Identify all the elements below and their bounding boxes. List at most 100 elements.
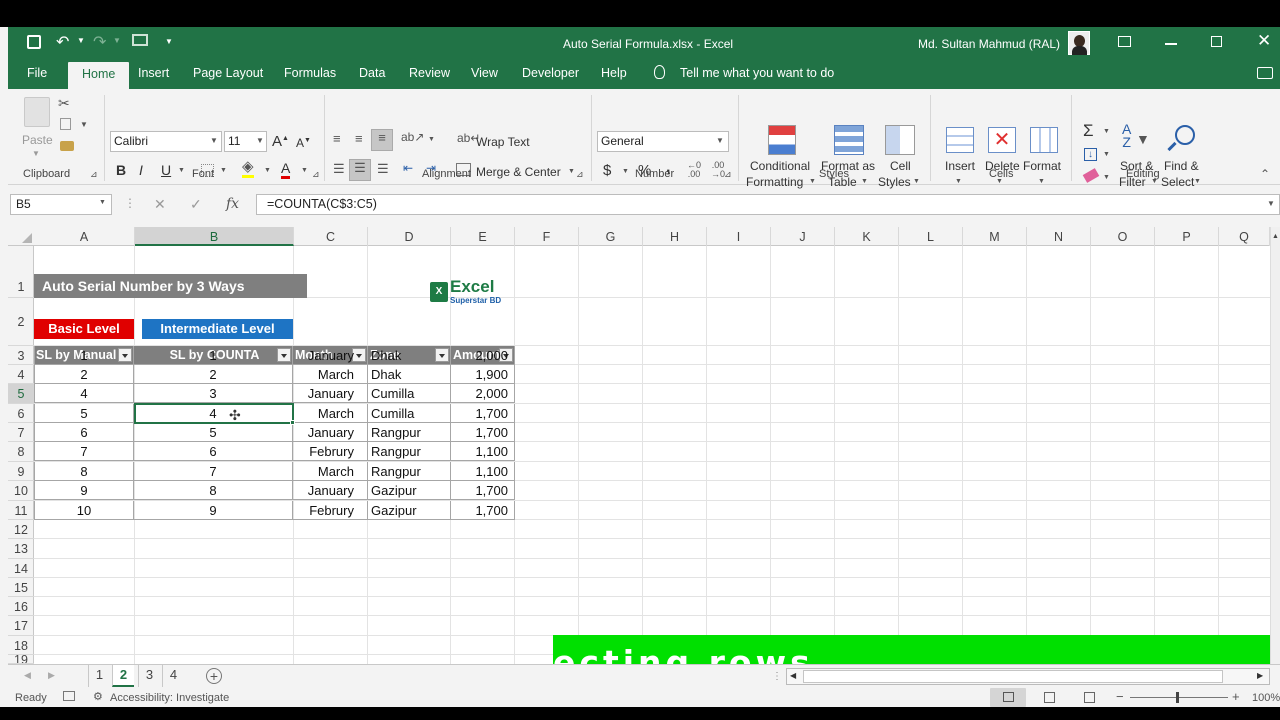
zoom-slider[interactable]: [1130, 697, 1228, 698]
increase-font-icon[interactable]: A▲: [272, 133, 289, 150]
horizontal-scrollbar[interactable]: ◀ ▶: [786, 668, 1270, 685]
collapse-ribbon-icon[interactable]: ⌃: [1260, 167, 1270, 181]
table-cell[interactable]: Dhak: [368, 346, 451, 365]
table-cell[interactable]: March: [293, 365, 368, 384]
table-cell[interactable]: 1: [134, 346, 293, 365]
close-icon[interactable]: ✕: [1257, 31, 1271, 51]
row-header-3[interactable]: 3: [8, 346, 34, 365]
number-format-select[interactable]: General: [597, 131, 729, 152]
column-header-f[interactable]: F: [515, 227, 579, 246]
format-cells-button[interactable]: Format: [1023, 159, 1061, 173]
table-cell[interactable]: 3: [134, 384, 293, 403]
formula-input[interactable]: =COUNTA(C$3:C5): [256, 194, 1280, 215]
clipboard-launcher-icon[interactable]: ⊿: [90, 169, 98, 180]
paste-dropdown-icon[interactable]: ▼: [32, 149, 40, 158]
accessibility-status[interactable]: Accessibility: Investigate: [110, 692, 229, 704]
underline-dropdown-icon[interactable]: ▼: [178, 167, 185, 174]
row-header-5[interactable]: 5: [8, 384, 34, 404]
clear-dropdown-icon[interactable]: ▼: [1103, 174, 1110, 181]
paste-button[interactable]: Paste: [22, 133, 53, 147]
horizontal-scroll-thumb[interactable]: [803, 670, 1223, 683]
table-cell[interactable]: Februry: [293, 442, 368, 461]
top-align-icon[interactable]: ≡: [333, 131, 341, 146]
borders-dropdown-icon[interactable]: ▼: [220, 167, 227, 174]
sheet-tab-4[interactable]: 4: [162, 665, 184, 687]
table-cell[interactable]: Februry: [293, 501, 368, 520]
increase-decimal-icon[interactable]: ←0.00: [687, 161, 701, 179]
table-cell[interactable]: 1,100: [451, 442, 515, 461]
bold-button[interactable]: B: [116, 162, 126, 178]
next-sheet-icon[interactable]: ▶: [48, 670, 55, 681]
row-header-19[interactable]: 19: [8, 655, 34, 664]
table-cell[interactable]: Rangpur: [368, 462, 451, 481]
number-launcher-icon[interactable]: ⊿: [724, 169, 732, 180]
sheet-tab-1[interactable]: 1: [88, 665, 110, 687]
user-name[interactable]: Md. Sultan Mahmud (RAL): [918, 37, 1060, 51]
name-box[interactable]: B5: [10, 194, 112, 215]
table-cell[interactable]: 5: [34, 404, 134, 423]
row-header-6[interactable]: 6: [8, 404, 34, 423]
paste-icon[interactable]: [24, 97, 50, 127]
cut-icon[interactable]: ✂: [58, 95, 70, 112]
undo-icon[interactable]: ↶: [56, 32, 69, 52]
table-cell[interactable]: Rangpur: [368, 442, 451, 461]
find-select-dropdown-icon[interactable]: ▼: [1194, 178, 1201, 185]
tab-file[interactable]: File: [27, 66, 47, 80]
name-box-dropdown-icon[interactable]: ▼: [99, 199, 106, 206]
column-header-j[interactable]: J: [771, 227, 835, 246]
tab-page-layout[interactable]: Page Layout: [193, 66, 263, 80]
column-header-d[interactable]: D: [368, 227, 451, 246]
avatar[interactable]: [1068, 31, 1090, 55]
table-cell[interactable]: 1: [34, 346, 134, 365]
table-cell[interactable]: 1,700: [451, 481, 515, 500]
format-as-table-dropdown-icon[interactable]: ▼: [861, 178, 868, 185]
decrease-decimal-icon[interactable]: .00 →0: [711, 161, 725, 179]
cell-styles-button[interactable]: Cell: [890, 159, 911, 173]
column-header-e[interactable]: E: [451, 227, 515, 246]
column-header-i[interactable]: I: [707, 227, 771, 246]
conditional-formatting-icon[interactable]: [768, 125, 796, 155]
undo-dropdown-icon[interactable]: ▼: [77, 36, 85, 45]
merge-center-button[interactable]: Merge & Center: [476, 165, 561, 179]
row-header-12[interactable]: 12: [8, 520, 34, 539]
column-header-p[interactable]: P: [1155, 227, 1219, 246]
insert-dropdown-icon[interactable]: ▼: [955, 178, 962, 185]
conditional-formatting-button[interactable]: Conditional: [750, 159, 810, 173]
vertical-scrollbar[interactable]: ▲: [1270, 227, 1280, 664]
print-preview-icon[interactable]: [132, 34, 148, 46]
tab-view[interactable]: View: [471, 66, 498, 80]
row-header-10[interactable]: 10: [8, 481, 34, 501]
column-header-l[interactable]: L: [899, 227, 963, 246]
middle-align-icon[interactable]: ≡: [355, 131, 363, 146]
tab-split-handle[interactable]: ⋮: [772, 671, 782, 682]
scroll-left-icon[interactable]: ◀: [790, 671, 796, 680]
table-cell[interactable]: Dhak: [368, 365, 451, 384]
sheet-tab-2[interactable]: 2: [112, 665, 134, 687]
page-layout-view-icon[interactable]: [1044, 692, 1055, 703]
row-header-2[interactable]: 2: [8, 298, 34, 346]
alignment-launcher-icon[interactable]: ⊿: [576, 169, 584, 180]
prev-sheet-icon[interactable]: ◀: [24, 670, 31, 681]
copy-icon[interactable]: [60, 118, 71, 130]
table-cell[interactable]: 1,700: [451, 423, 515, 442]
table-cell[interactable]: 8: [134, 481, 293, 500]
table-cell[interactable]: January: [293, 481, 368, 500]
row-header-13[interactable]: 13: [8, 539, 34, 559]
format-dropdown-icon[interactable]: ▼: [1038, 178, 1045, 185]
copy-dropdown-icon[interactable]: ▼: [80, 120, 88, 129]
column-header-q[interactable]: Q: [1219, 227, 1270, 246]
delete-cells-icon[interactable]: ✕: [988, 127, 1016, 153]
orientation-icon[interactable]: ab↗: [401, 130, 424, 144]
selected-cell-b5[interactable]: [134, 403, 294, 424]
cell-styles-icon[interactable]: [885, 125, 915, 155]
tab-formulas[interactable]: Formulas: [284, 66, 336, 80]
zoom-in-icon[interactable]: +: [1232, 689, 1240, 704]
tab-help[interactable]: Help: [601, 66, 627, 80]
column-header-o[interactable]: O: [1091, 227, 1155, 246]
zoom-out-icon[interactable]: −: [1116, 689, 1124, 704]
clear-icon[interactable]: [1082, 168, 1100, 183]
intermediate-level-button[interactable]: Intermediate Level: [142, 319, 293, 339]
table-cell[interactable]: 2: [34, 365, 134, 384]
worksheet-grid[interactable]: Auto Serial Number by 3 Ways X Excel Sup…: [34, 246, 1270, 664]
table-cell[interactable]: 2,000: [451, 384, 515, 403]
